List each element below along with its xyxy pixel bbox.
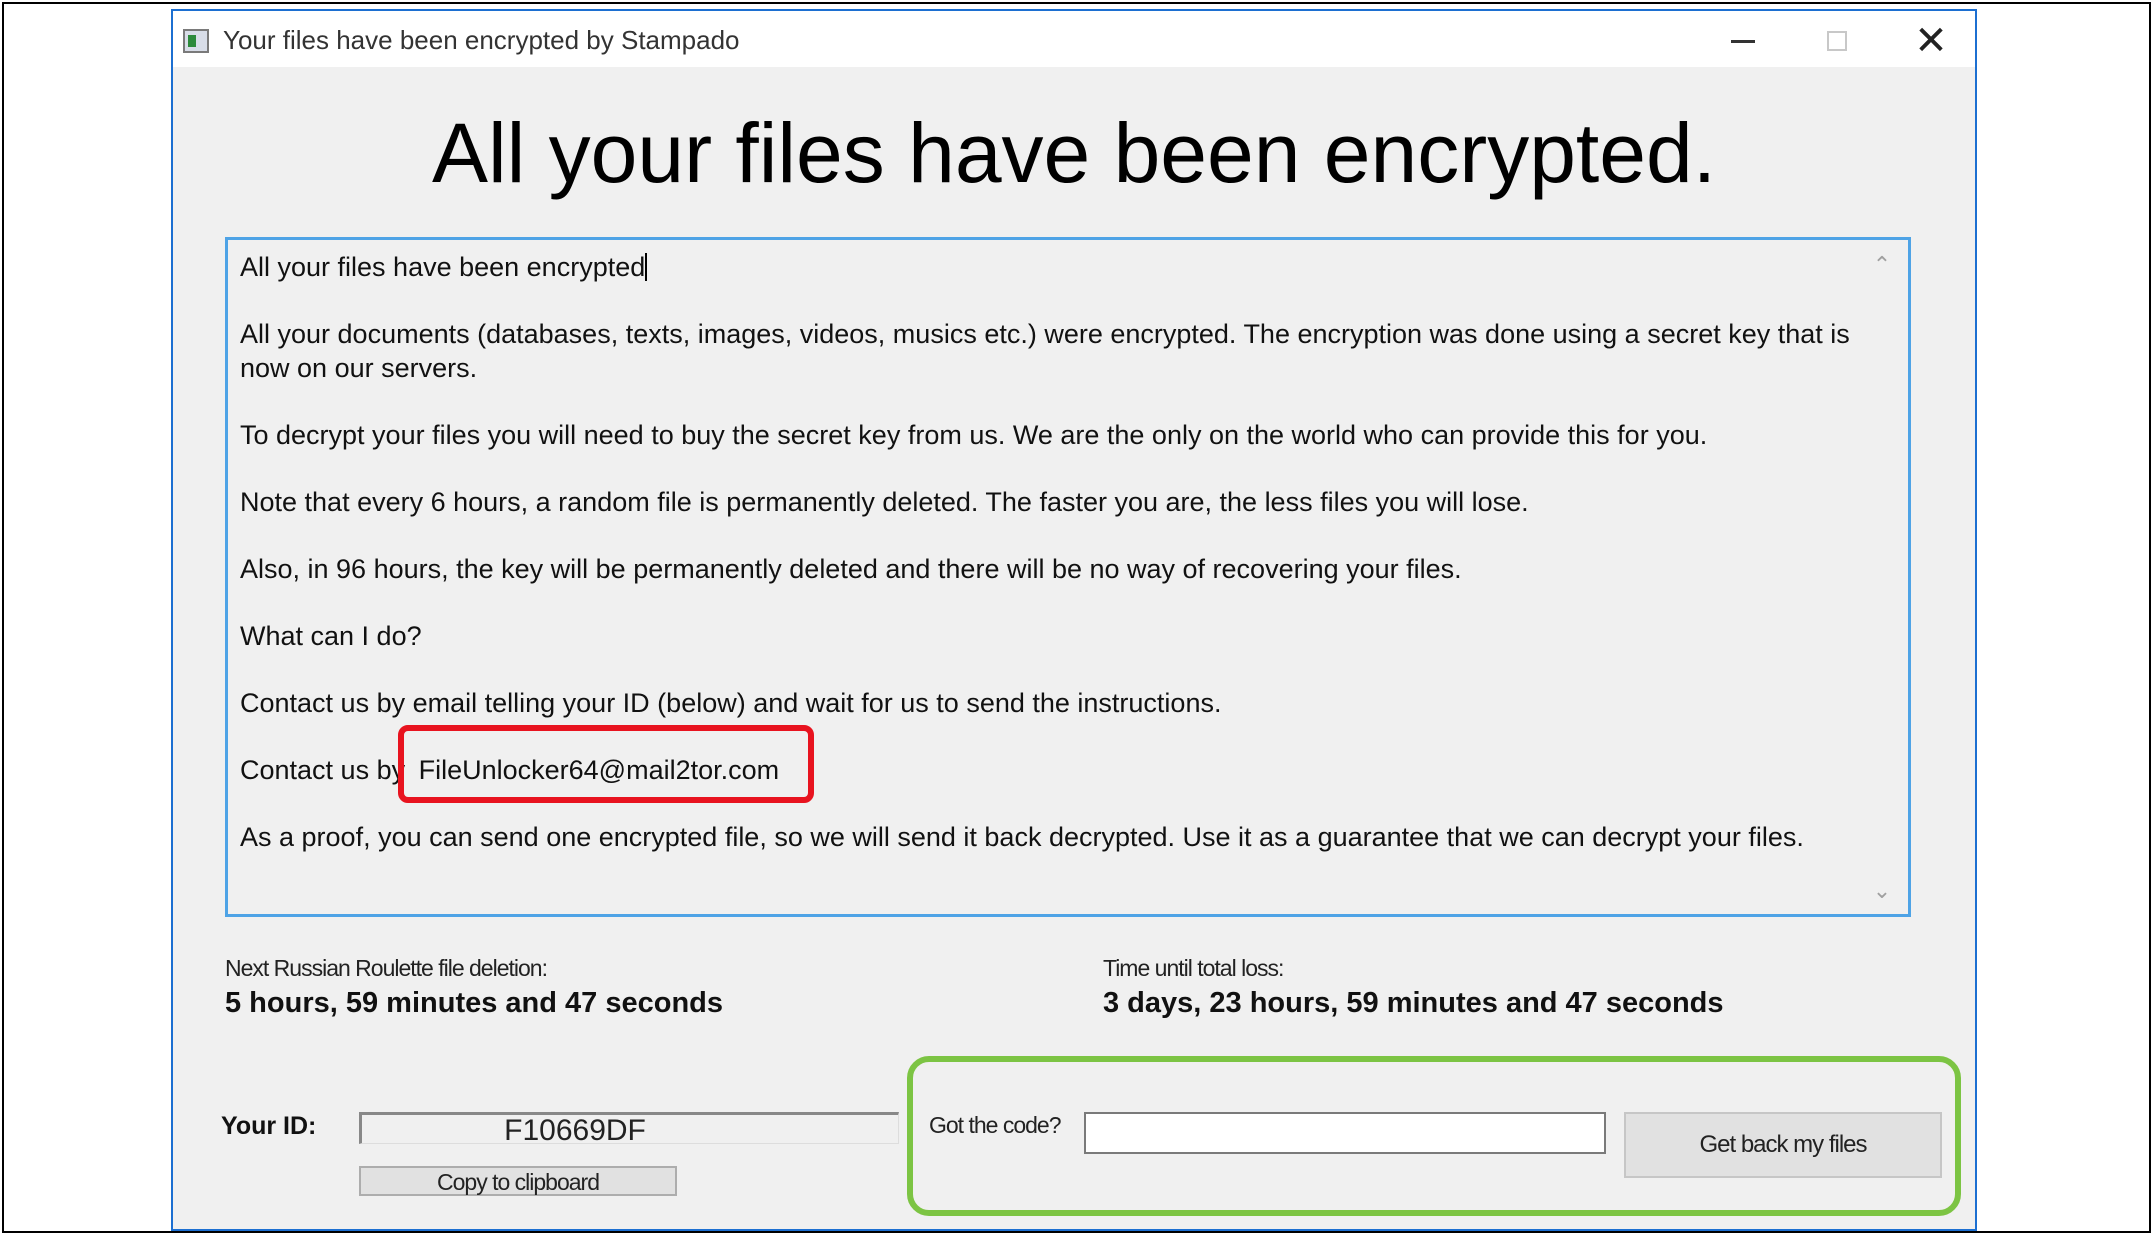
close-button[interactable]: ✕ xyxy=(1899,19,1963,63)
app-icon xyxy=(183,29,209,53)
scroll-up-icon[interactable]: ⌃ xyxy=(1870,252,1894,278)
minimize-button[interactable] xyxy=(1711,19,1775,63)
copy-to-clipboard-button[interactable]: Copy to clipboard xyxy=(359,1166,677,1196)
message-line-6: What can I do? xyxy=(240,621,422,651)
total-loss-timer: 3 days, 23 hours, 59 minutes and 47 seco… xyxy=(1103,987,1724,1019)
maximize-button[interactable] xyxy=(1805,19,1869,63)
ransom-message-textbox[interactable]: All your files have been encrypted All y… xyxy=(225,237,1911,917)
message-line-3: To decrypt your files you will need to b… xyxy=(240,420,1708,450)
window-title: Your files have been encrypted by Stampa… xyxy=(223,25,740,55)
message-line-1: All your files have been encrypted xyxy=(240,252,646,282)
message-line-5: Also, in 96 hours, the key will be perma… xyxy=(240,554,1462,584)
message-line-9: As a proof, you can send one encrypted f… xyxy=(240,822,1804,852)
message-line-contact: Contact us by FileUnlocker64@mail2tor.co… xyxy=(240,725,1850,803)
maximize-icon xyxy=(1827,31,1847,51)
image-frame: Your files have been encrypted by Stampa… xyxy=(2,2,2151,1233)
ransom-window: Your files have been encrypted by Stampa… xyxy=(171,9,1977,1231)
title-bar[interactable]: Your files have been encrypted by Stampa… xyxy=(173,11,1975,67)
message-line-7: Contact us by email telling your ID (bel… xyxy=(240,688,1222,718)
message-content: All your files have been encrypted All y… xyxy=(240,250,1850,887)
message-line-4: Note that every 6 hours, a random file i… xyxy=(240,487,1529,517)
total-loss-label: Time until total loss: xyxy=(1103,955,1284,981)
text-caret xyxy=(645,253,648,281)
next-deletion-label: Next Russian Roulette file deletion: xyxy=(225,955,548,981)
got-code-label: Got the code? xyxy=(929,1112,1061,1138)
close-icon: ✕ xyxy=(1914,19,1948,63)
email-highlight-box xyxy=(397,725,814,803)
minimize-icon xyxy=(1731,39,1755,43)
get-back-files-button[interactable]: Get back my files xyxy=(1624,1112,1942,1178)
contact-prefix: Contact us by xyxy=(240,755,406,785)
contact-email: FileUnlocker64@mail2tor.com xyxy=(397,725,814,803)
message-line-2: All your documents (databases, texts, im… xyxy=(240,319,1850,383)
message-line: All your files have been encrypted xyxy=(240,250,1850,284)
your-id-field[interactable]: F10669DF xyxy=(359,1112,899,1147)
your-id-label: Your ID: xyxy=(221,1112,317,1140)
next-deletion-timer: 5 hours, 59 minutes and 47 seconds xyxy=(225,987,723,1019)
headline: All your files have been encrypted. xyxy=(431,106,1717,200)
code-input[interactable] xyxy=(1084,1112,1606,1154)
scroll-down-icon[interactable]: ⌄ xyxy=(1870,878,1894,904)
